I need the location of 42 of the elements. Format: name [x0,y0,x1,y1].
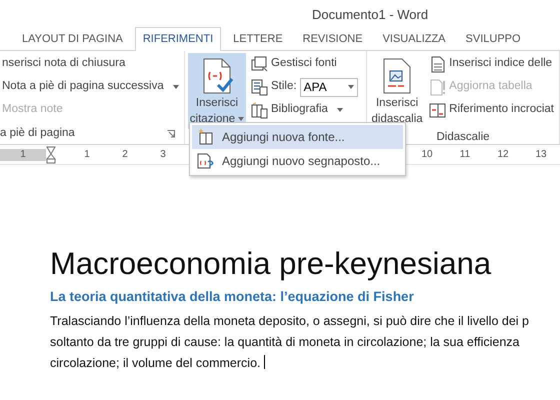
fonts-icon [251,56,268,72]
ribbon-button[interactable]: nserisci nota di chiusura [0,53,181,75]
document-heading: La teoria quantitativa della moneta: l’equazione di Fisher [50,288,415,306]
menu-item[interactable]: Aggiungi nuova fonte... [192,125,403,149]
ribbon-button[interactable]: Nota a piè di pagina successiva [0,76,181,98]
ruler-number: 1 [20,148,26,162]
ruler-number: 3 [159,148,167,162]
window-title: Documento1 - Word [311,6,430,24]
style-select[interactable]: APA [300,78,358,96]
ruler-number: 11 [458,148,472,162]
document-title: Macroeconomia pre-keynesiana [50,245,492,283]
large-button[interactable]: Inserisci citazione [188,53,246,129]
ribbon-button[interactable]: Riferimento incrociat [427,99,556,121]
new-source-icon [196,128,214,146]
paragraph-line: Tralasciando l’influenza della moneta deposito, o assegni, si può dire che il livello dei p [50,313,530,330]
group-label: a piè di pagina [0,126,75,142]
paragraph-line: circolazione; il volume del commercio. [50,353,560,374]
update-table-icon [429,78,446,96]
menu-item[interactable]: Aggiungi nuovo segnaposto... [192,149,403,173]
ribbon-tab[interactable]: REVISIONE [294,26,371,51]
style-icon [251,78,268,96]
ribbon-button[interactable]: Bibliografia [249,99,360,121]
field-label: Stile: [271,79,297,94]
ribbon-tab[interactable]: LETTERE [225,26,291,51]
group-label: Didascalie [436,130,490,145]
ruler-number: 2 [121,148,129,162]
ribbon-tab[interactable]: LAYOUT DI PAGINA [14,26,131,51]
ribbon-tab[interactable]: SVILUPPO [458,26,529,51]
ruler-number: 12 [496,148,510,162]
ribbon-button[interactable]: Inserisci indice delle [427,53,556,75]
ribbon-tab[interactable]: VISUALIZZA [374,26,454,51]
ruler-number: 10 [420,148,434,162]
paragraph-line: soltanto da tre gruppi di cause: la quantità di moneta in circolazione; la sua efficienza [50,334,521,352]
placeholder-icon [196,152,214,170]
ruler-number: 1 [83,148,91,162]
ruler-number: 13 [534,148,548,162]
table-index-icon [429,56,446,72]
ribbon-button[interactable]: Gestisci fonti [249,53,360,75]
cross-reference-icon [429,102,446,118]
ribbon-tab[interactable]: RIFERIMENTI [134,26,222,51]
caret-icon [348,85,354,89]
bibliography-icon [251,102,268,118]
